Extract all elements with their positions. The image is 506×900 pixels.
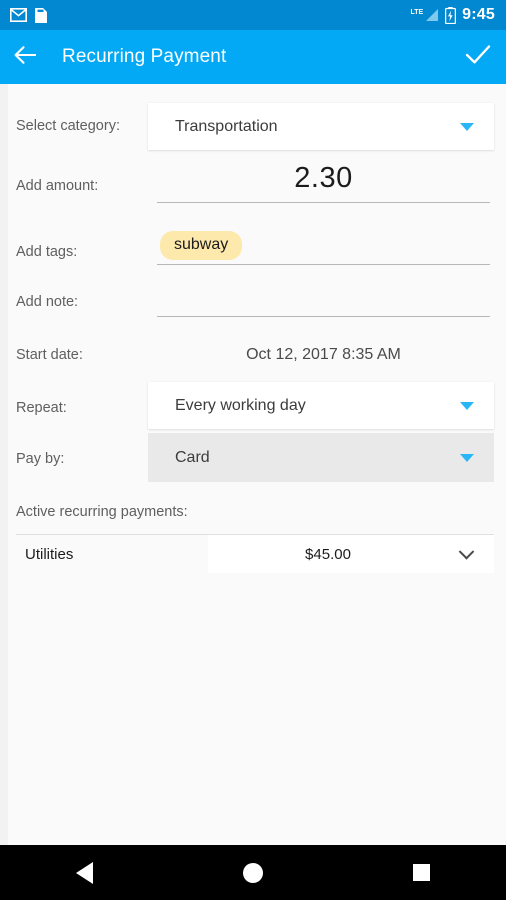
row-select-category: Select category: Transportation (0, 84, 506, 150)
payment-amount: $45.00 (305, 545, 351, 563)
pay-by-spinner[interactable]: Card (148, 433, 494, 482)
repeat-label: Repeat: (16, 400, 67, 416)
row-add-note: Add note: (0, 274, 506, 330)
recents-square-icon (413, 864, 431, 881)
add-tags-label: Add tags: (16, 244, 78, 260)
status-bar-notification-icons (0, 7, 48, 24)
caret-down-icon (460, 401, 474, 410)
page-title: Recurring Payment (62, 46, 227, 67)
tag-chip-subway[interactable]: subway (160, 231, 243, 260)
android-navigation-bar (0, 845, 506, 900)
phone-screen: LTE 9:45 Recurring Payment Select catego… (0, 0, 506, 900)
status-bar: LTE 9:45 (0, 0, 506, 30)
check-icon (465, 44, 491, 70)
nav-home-button[interactable] (208, 845, 298, 900)
sim-card-icon (34, 7, 48, 24)
amount-underline (157, 202, 490, 203)
repeat-spinner[interactable]: Every working day (148, 382, 494, 429)
caret-down-icon (460, 122, 474, 131)
confirm-button[interactable] (450, 30, 506, 84)
row-add-amount: Add amount: 2.30 (0, 150, 506, 212)
back-button[interactable] (0, 30, 52, 84)
row-start-date: Start date: Oct 12, 2017 8:35 AM (0, 330, 506, 384)
arrow-left-icon (14, 45, 38, 70)
nav-back-button[interactable] (39, 845, 129, 900)
pay-by-label: Pay by: (16, 451, 65, 467)
repeat-value: Every working day (175, 396, 306, 414)
battery-charging-icon (445, 6, 457, 24)
home-circle-icon (242, 862, 263, 883)
row-repeat: Repeat: Every working day (0, 382, 506, 434)
form-content: Select category: Transportation Add amou… (0, 84, 506, 845)
app-bar: Recurring Payment (0, 30, 506, 84)
active-payments-label: Active recurring payments: (16, 504, 188, 520)
add-amount-label: Add amount: (16, 178, 99, 194)
lte-signal-icon: LTE (410, 8, 439, 22)
table-row[interactable]: Utilities $45.00 (16, 535, 494, 573)
category-value: Transportation (175, 117, 278, 135)
chevron-down-icon[interactable] (458, 544, 475, 560)
start-date-label: Start date: (16, 347, 83, 363)
start-date-value[interactable]: Oct 12, 2017 8:35 AM (157, 346, 490, 364)
status-bar-system-icons: LTE 9:45 (410, 6, 506, 24)
add-note-label: Add note: (16, 294, 79, 310)
row-pay-by: Pay by: Card (0, 433, 506, 490)
status-bar-clock: 9:45 (462, 6, 495, 23)
payment-name: Utilities (25, 545, 74, 563)
back-triangle-icon (75, 861, 93, 884)
gmail-icon (10, 8, 27, 22)
amount-input[interactable]: 2.30 (157, 162, 490, 195)
tags-underline (157, 264, 490, 265)
active-payments-section: Active recurring payments: Utilities $45… (0, 490, 506, 580)
note-input[interactable] (157, 316, 490, 317)
select-category-label: Select category: (16, 118, 120, 134)
nav-recents-button[interactable] (377, 845, 467, 900)
utilities-amount-cell: $45.00 (208, 535, 494, 573)
pay-by-value: Card (175, 448, 210, 466)
caret-down-icon (460, 453, 474, 462)
category-spinner[interactable]: Transportation (148, 103, 494, 150)
lte-label: LTE (410, 9, 424, 16)
utilities-name-cell: Utilities (16, 535, 208, 573)
row-add-tags: Add tags: subway (0, 212, 506, 274)
